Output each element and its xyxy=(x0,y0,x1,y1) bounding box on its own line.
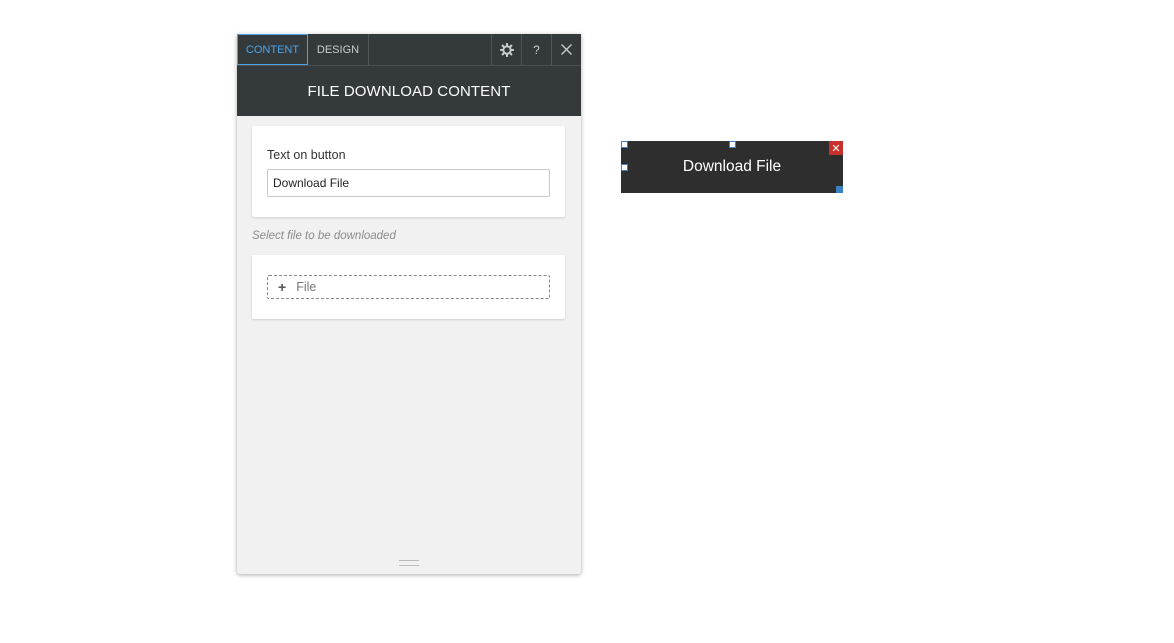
download-file-button[interactable]: Download File xyxy=(621,141,843,193)
select-file-hint: Select file to be downloaded xyxy=(252,230,396,242)
settings-button[interactable] xyxy=(491,34,521,65)
close-panel-button[interactable] xyxy=(551,34,581,65)
text-on-button-label: Text on button xyxy=(267,148,346,162)
close-icon: ✕ xyxy=(831,142,841,155)
add-file-button[interactable]: + File xyxy=(267,275,550,299)
tab-content[interactable]: CONTENT xyxy=(237,34,308,65)
remove-element-button[interactable]: ✕ xyxy=(829,141,843,155)
panel-resize-grip[interactable] xyxy=(399,560,419,566)
resize-handle-top-left[interactable] xyxy=(621,141,628,148)
download-button-label: Download File xyxy=(682,158,782,175)
resize-handle-top[interactable] xyxy=(729,141,736,148)
tab-design[interactable]: DESIGN xyxy=(308,34,369,65)
panel-title: FILE DOWNLOAD CONTENT xyxy=(237,66,581,116)
help-icon: ? xyxy=(533,42,540,57)
plus-icon: + xyxy=(278,279,287,295)
file-download-editor-panel: CONTENT DESIGN ? FILE DOWNLOAD CONTENT T… xyxy=(237,34,581,574)
button-text-card: Text on button xyxy=(252,126,565,217)
resize-handle-bottom-right[interactable] xyxy=(836,186,843,193)
panel-toolbar: CONTENT DESIGN ? xyxy=(237,34,581,66)
add-file-label: File xyxy=(296,280,317,294)
resize-handle-left[interactable] xyxy=(621,164,628,171)
gear-icon xyxy=(499,42,514,57)
file-select-card: + File xyxy=(252,255,565,319)
help-button[interactable]: ? xyxy=(521,34,551,65)
button-text-input[interactable] xyxy=(267,169,550,197)
close-icon xyxy=(561,44,572,55)
